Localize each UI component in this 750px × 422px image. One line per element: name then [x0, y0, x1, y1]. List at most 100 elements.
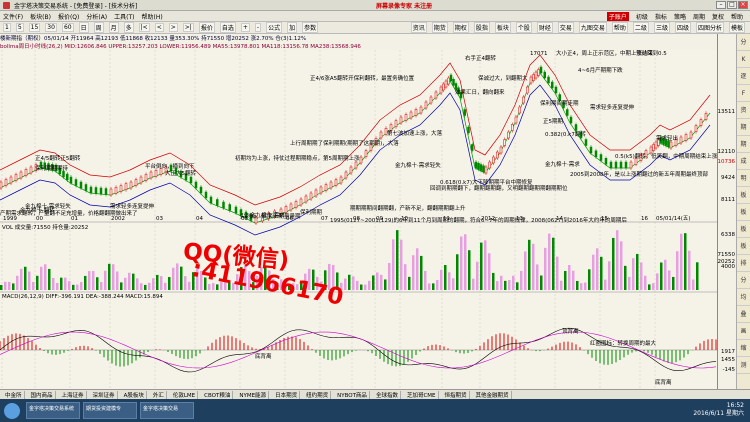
toolbar-right-button-3[interactable]: 股指: [473, 22, 490, 33]
candle-body: [537, 69, 540, 76]
right-tool-7[interactable]: 成: [737, 153, 750, 170]
right-tool-6[interactable]: 期: [737, 136, 750, 153]
menu-right-item-5[interactable]: 复权: [712, 12, 724, 21]
maximize-button[interactable]: □: [727, 1, 737, 9]
market-tab-9[interactable]: 日本期货: [273, 390, 301, 399]
toolbar-button-12[interactable]: >|: [182, 23, 194, 32]
toolbar-button-5[interactable]: 日: [78, 22, 89, 33]
toolbar-button-13[interactable]: 报价: [198, 22, 215, 33]
market-tab-2[interactable]: 上海证券: [60, 390, 87, 399]
volume-bar: [72, 284, 75, 290]
market-tab-11[interactable]: NYBOT商品: [335, 390, 370, 399]
toolbar-button-4[interactable]: 60: [61, 23, 74, 32]
toolbar-button-10[interactable]: <: [154, 23, 164, 32]
volume-bar: [156, 274, 159, 290]
taskbar-task-2[interactable]: 金字塔决策交易: [140, 402, 194, 419]
right-tool-18[interactable]: 缩: [737, 340, 750, 357]
toolbar-button-16[interactable]: -: [254, 23, 262, 32]
volume-bar: [548, 233, 551, 290]
toolbar-right-button-10[interactable]: 二级: [632, 22, 649, 33]
market-tab-1[interactable]: 国内商品: [29, 390, 56, 399]
minimize-button[interactable]: –: [716, 1, 726, 9]
menu-right-item-1[interactable]: 初级: [636, 12, 648, 21]
toolbar-button-15[interactable]: +: [240, 23, 250, 32]
candle-body: [704, 113, 708, 120]
menu-right-item-6[interactable]: 帮助: [731, 12, 743, 21]
menu-item-5[interactable]: 帮助(H): [142, 12, 163, 21]
toolbar-right-button-4[interactable]: 板块: [494, 22, 511, 33]
right-tool-16[interactable]: 叠: [737, 306, 750, 323]
kline-chart[interactable]: 1999 00 01 2002 03 04 05 06 07 08 09 10 11 2012 13 14 15…: [0, 50, 717, 390]
toolbar-right-button-2[interactable]: 期权: [452, 22, 469, 33]
right-tool-8[interactable]: 明: [737, 170, 750, 187]
market-tab-12[interactable]: 全球指数: [374, 390, 401, 399]
start-button[interactable]: [4, 402, 20, 419]
right-tool-15[interactable]: 均: [737, 289, 750, 306]
right-tool-3[interactable]: F: [737, 85, 750, 102]
toolbar-right-button-12[interactable]: 四级: [674, 22, 691, 33]
right-tool-10[interactable]: 板: [737, 204, 750, 221]
toolbar-button-8[interactable]: 多: [123, 22, 134, 33]
right-tool-5[interactable]: 期: [737, 119, 750, 136]
menu-item-1[interactable]: 板块(B): [30, 12, 51, 21]
market-tab-13[interactable]: 芝加哥CME: [405, 390, 439, 399]
volume-bar: [644, 275, 647, 290]
right-tool-11[interactable]: 板: [737, 221, 750, 238]
toolbar-right-button-13[interactable]: 四图分析: [695, 22, 724, 33]
toolbar-right-button-14[interactable]: 模板: [728, 22, 745, 33]
right-tool-17[interactable]: 画: [737, 323, 750, 340]
right-tool-19[interactable]: 测: [737, 357, 750, 374]
market-tab-7[interactable]: CBOT粮油: [202, 390, 234, 399]
toolbar-button-19[interactable]: 参数: [302, 22, 319, 33]
toolbar-right-button-0[interactable]: 资讯: [410, 22, 427, 33]
close-button[interactable]: ×: [738, 1, 748, 9]
market-tab-15[interactable]: 其他金融期货: [474, 390, 512, 399]
toolbar-button-2[interactable]: 15: [28, 23, 41, 32]
toolbar-button-11[interactable]: >: [168, 23, 178, 32]
market-tab-4[interactable]: A股板块: [122, 390, 147, 399]
toolbar-right-button-1[interactable]: 期货: [431, 22, 448, 33]
toolbar-button-17[interactable]: 公式: [266, 22, 283, 33]
toolbar-button-9[interactable]: |<: [138, 23, 150, 32]
market-tab-3[interactable]: 深圳证券: [91, 390, 118, 399]
toolbar-button-18[interactable]: 加: [287, 22, 298, 33]
menu-right-item-4[interactable]: 周期: [693, 12, 705, 21]
toolbar-right-button-8[interactable]: 九图交易: [578, 22, 607, 33]
right-tool-0[interactable]: 分: [737, 34, 750, 51]
menu-item-0[interactable]: 文件(F): [3, 12, 23, 21]
right-tool-1[interactable]: K: [737, 51, 750, 68]
market-tab-8[interactable]: NYME能源: [237, 390, 270, 399]
toolbar-button-7[interactable]: 月: [108, 22, 119, 33]
menu-item-4[interactable]: 工具(T): [114, 12, 134, 21]
market-tab-10[interactable]: 纽约期货: [304, 390, 332, 399]
toolbar-right-button-11[interactable]: 三级: [653, 22, 670, 33]
menu-item-3[interactable]: 分析(A): [86, 12, 107, 21]
taskbar-task-0[interactable]: 金字塔决策交易系统: [26, 402, 80, 419]
right-tool-13[interactable]: 排: [737, 255, 750, 272]
market-tab-5[interactable]: 外汇: [151, 390, 167, 399]
menu-right-item-2[interactable]: 指标: [655, 12, 667, 21]
market-tab-0[interactable]: 中金所: [3, 390, 25, 399]
toolbar-button-0[interactable]: 1: [3, 23, 11, 32]
volume-bar: [680, 233, 683, 290]
toolbar-right-button-7[interactable]: 交易: [557, 22, 574, 33]
toolbar-button-1[interactable]: 5: [15, 23, 24, 32]
right-tool-4[interactable]: 资: [737, 102, 750, 119]
market-tab-14[interactable]: 恒指期货: [443, 390, 470, 399]
right-tool-14[interactable]: 分: [737, 272, 750, 289]
market-tab-6[interactable]: 伦敦LME: [171, 390, 199, 399]
toolbar-button-3[interactable]: 30: [45, 23, 57, 32]
menu-right-item-3[interactable]: 策略: [674, 12, 686, 21]
toolbar-right-button-6[interactable]: 财经: [536, 22, 553, 33]
right-tool-2[interactable]: 逐: [737, 68, 750, 85]
menu-item-2[interactable]: 报价(Q): [58, 12, 79, 21]
toolbar-button-14[interactable]: 自选: [219, 22, 236, 33]
taskbar-task-1[interactable]: 期货投资建模专: [83, 402, 137, 419]
toolbar-right-button-5[interactable]: 个股: [515, 22, 532, 33]
right-tool-9[interactable]: 板: [737, 187, 750, 204]
toolbar-right-button-9[interactable]: 帮助: [611, 22, 628, 33]
toolbar-button-6[interactable]: 周: [93, 22, 104, 33]
right-tool-12[interactable]: 板: [737, 238, 750, 255]
chart-annotation-11: 正4/6涨A5翻转开保利翻转，最置务确位置: [310, 74, 415, 82]
menu-right-item-0[interactable]: 子账户: [606, 11, 629, 21]
